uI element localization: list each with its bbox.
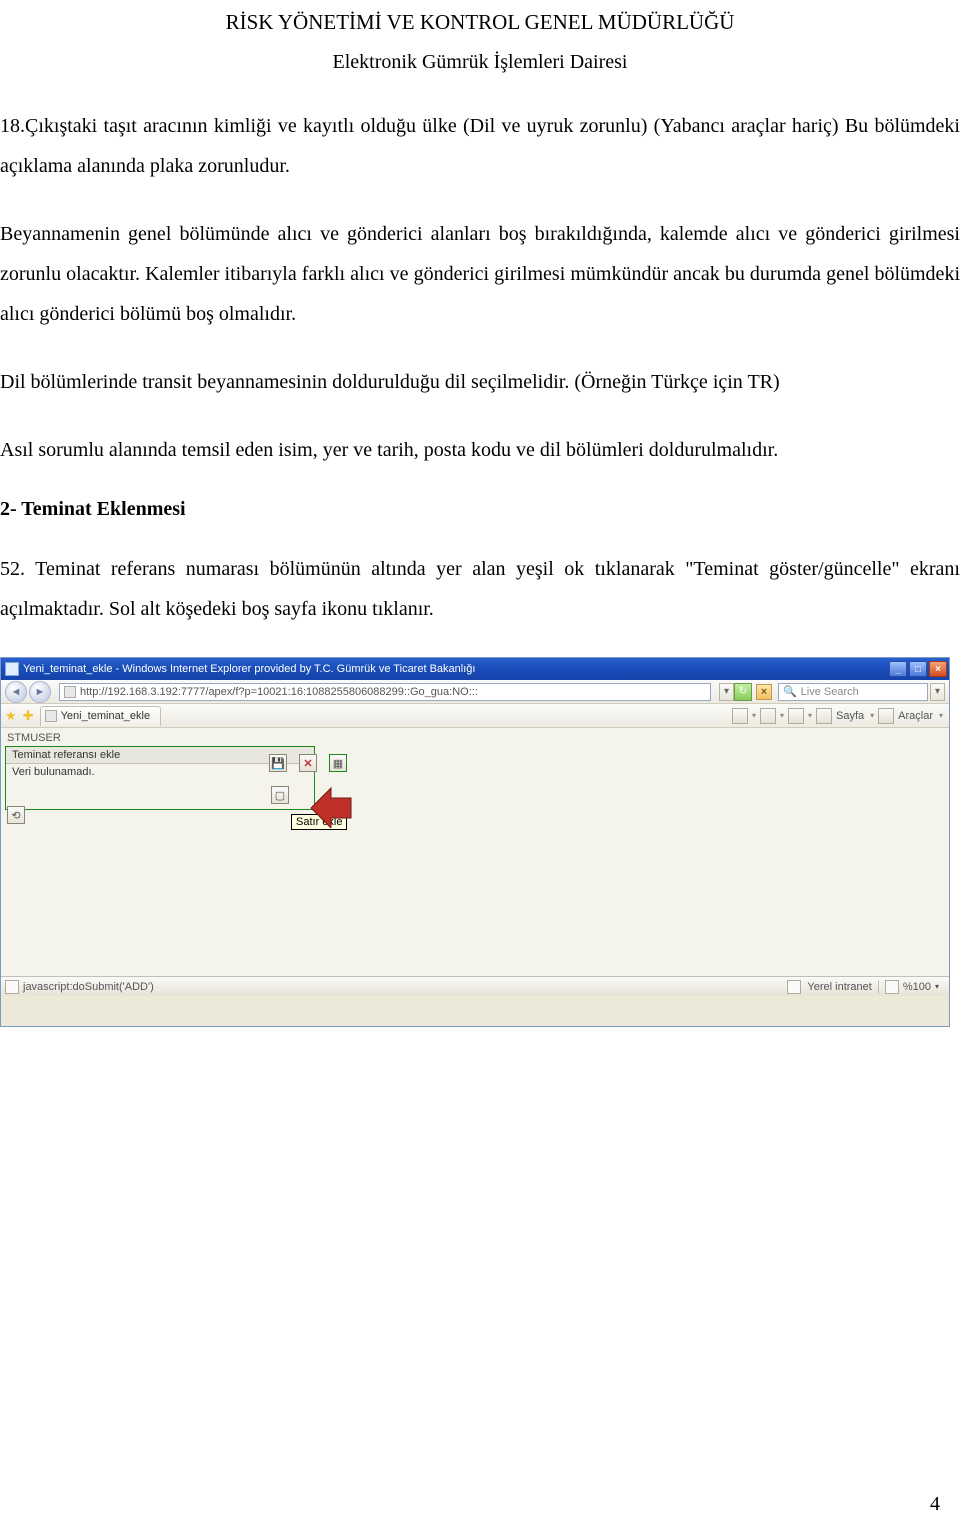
- feeds-icon[interactable]: [760, 708, 776, 724]
- url-dropdown[interactable]: ▾: [719, 683, 734, 701]
- search-icon: 🔍: [783, 685, 797, 698]
- tools-menu-dropdown[interactable]: ▾: [937, 711, 945, 720]
- url-text: http://192.168.3.192:7777/apex/f?p=10021…: [80, 686, 478, 698]
- tools-menu-label[interactable]: Araçlar: [896, 710, 935, 722]
- print-dropdown[interactable]: ▾: [806, 711, 814, 720]
- minimize-button[interactable]: _: [889, 661, 907, 677]
- close-button[interactable]: ×: [929, 661, 947, 677]
- doc-subtitle: Elektronik Gümrük İşlemleri Dairesi: [0, 51, 960, 74]
- ie-window-title: Yeni_teminat_ekle - Windows Internet Exp…: [23, 663, 889, 675]
- page-icon: [64, 686, 76, 698]
- tab-page-icon: [45, 710, 57, 722]
- ie-page-content: STMUSER Teminat referansı ekle Veri bulu…: [1, 728, 949, 996]
- tab-label: Yeni_teminat_ekle: [61, 710, 151, 722]
- favorites-star-icon[interactable]: ★: [5, 708, 17, 724]
- security-zone-icon: [787, 980, 801, 994]
- ie-tab-row: ★ ✚ Yeni_teminat_ekle ▾ ▾ ▾ Sayfa▾ Araçl…: [1, 704, 949, 728]
- page-menu-label[interactable]: Sayfa: [834, 710, 866, 722]
- address-bar[interactable]: http://192.168.3.192:7777/apex/f?p=10021…: [59, 683, 711, 701]
- forward-button[interactable]: ►: [29, 681, 51, 703]
- ie-status-bar: javascript:doSubmit('ADD') Yerel intrane…: [1, 976, 949, 996]
- search-box[interactable]: 🔍 Live Search: [778, 683, 928, 701]
- search-placeholder: Live Search: [801, 686, 859, 698]
- ie-address-bar-row: ◄ ► http://192.168.3.192:7777/apex/f?p=1…: [1, 680, 949, 704]
- back-button[interactable]: ◄: [5, 681, 27, 703]
- no-data-label: Veri bulunamadı.: [6, 764, 314, 780]
- session-user-label: STMUSER: [7, 732, 61, 744]
- ie-window: Yeni_teminat_ekle - Windows Internet Exp…: [0, 657, 950, 1027]
- page-number: 4: [930, 1493, 940, 1516]
- reset-icon[interactable]: ⟲: [7, 806, 25, 824]
- paragraph-2: Beyannamenin genel bölümünde alıcı ve gö…: [0, 214, 960, 334]
- doc-title: RİSK YÖNETİMİ VE KONTROL GENEL MÜDÜRLÜĞÜ: [0, 10, 960, 35]
- feeds-dropdown[interactable]: ▾: [778, 711, 786, 720]
- add-favorite-icon[interactable]: ✚: [23, 708, 34, 724]
- tools-menu-icon[interactable]: [878, 708, 894, 724]
- print-icon[interactable]: [788, 708, 804, 724]
- security-zone-label: Yerel intranet: [807, 981, 871, 993]
- document-header: RİSK YÖNETİMİ VE KONTROL GENEL MÜDÜRLÜĞÜ…: [0, 0, 960, 74]
- page-menu-dropdown[interactable]: ▾: [868, 711, 876, 720]
- paragraph-5: 52. Teminat referans numarası bölümünün …: [0, 549, 960, 629]
- zoom-level[interactable]: %100: [903, 981, 931, 993]
- status-text: javascript:doSubmit('ADD'): [23, 981, 154, 993]
- ie-command-bar: ▾ ▾ ▾ Sayfa▾ Araçlar▾: [732, 708, 945, 724]
- page-menu-icon[interactable]: [816, 708, 832, 724]
- refresh-button[interactable]: ↻: [734, 683, 752, 701]
- zoom-dropdown[interactable]: ▾: [935, 982, 939, 991]
- spreadsheet-icon[interactable]: ▦: [329, 754, 347, 772]
- ie-titlebar[interactable]: Yeni_teminat_ekle - Windows Internet Exp…: [1, 658, 949, 680]
- status-page-icon: [5, 980, 19, 994]
- paragraph-3: Dil bölümlerinde transit beyannamesinin …: [0, 362, 960, 402]
- maximize-button[interactable]: □: [909, 661, 927, 677]
- paragraph-4: Asıl sorumlu alanında temsil eden isim, …: [0, 430, 960, 470]
- paragraph-1: 18.Çıkıştaki taşıt aracının kimliği ve k…: [0, 106, 960, 186]
- home-dropdown[interactable]: ▾: [750, 711, 758, 720]
- zoom-icon[interactable]: [885, 980, 899, 994]
- save-icon[interactable]: 💾: [269, 754, 287, 772]
- cancel-icon[interactable]: ✕: [299, 754, 317, 772]
- browser-tab[interactable]: Yeni_teminat_ekle: [40, 706, 162, 726]
- home-icon[interactable]: [732, 708, 748, 724]
- teminat-panel-header: Teminat referansı ekle: [6, 747, 314, 764]
- search-dropdown[interactable]: ▾: [930, 683, 945, 701]
- new-row-icon[interactable]: ▢: [271, 786, 289, 804]
- stop-button[interactable]: ×: [756, 684, 772, 700]
- section-heading-2: 2- Teminat Eklenmesi: [0, 498, 960, 521]
- ie-app-icon: [5, 662, 19, 676]
